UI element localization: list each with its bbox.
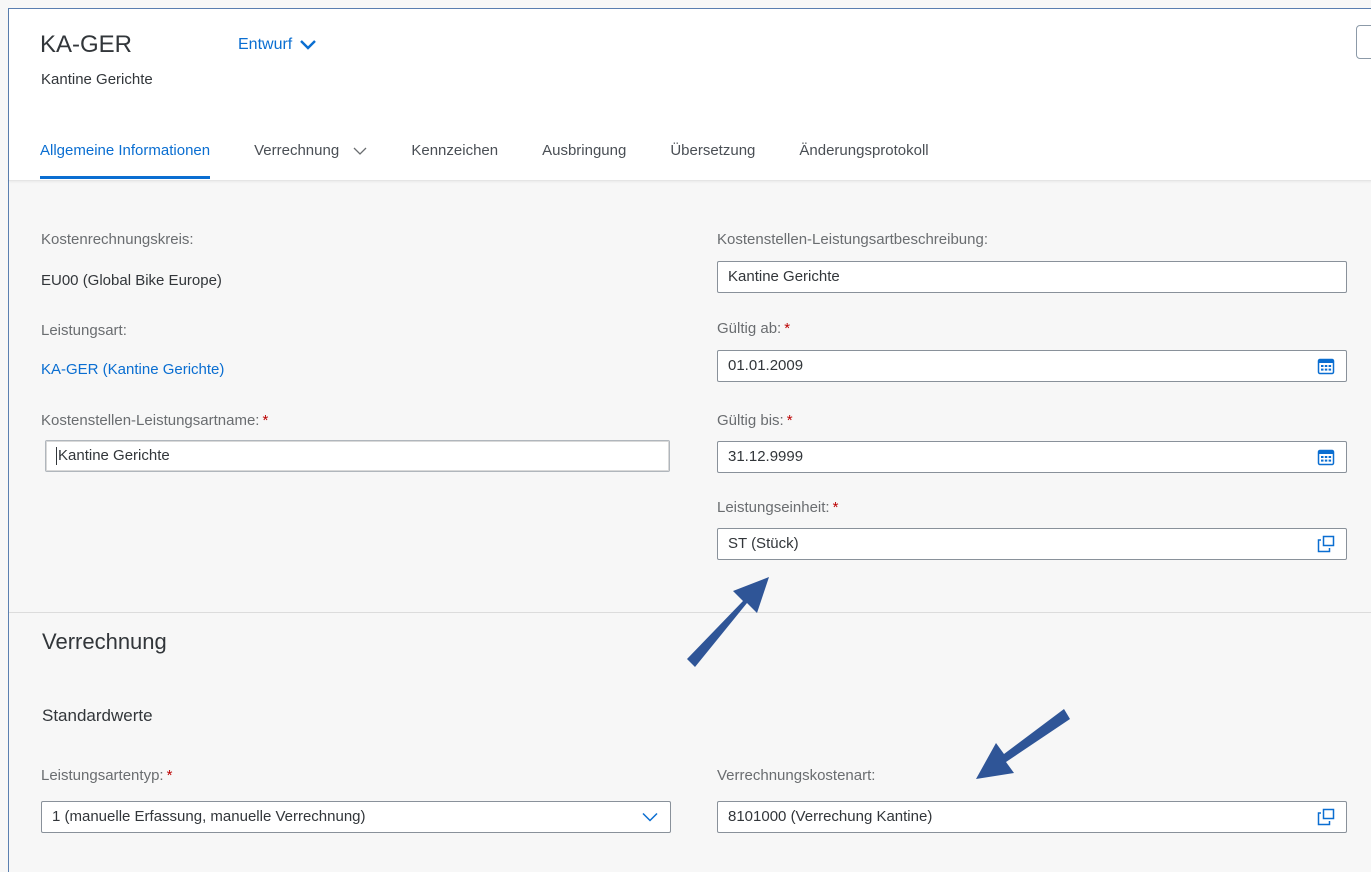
value-help-icon[interactable] — [1316, 807, 1336, 827]
tab-label: Übersetzung — [670, 142, 756, 159]
tab-allgemeine-informationen[interactable]: Allgemeine Informationen — [40, 142, 211, 180]
cost-elem-input-text: 8101000 (Verrechung Kantine) — [728, 808, 933, 825]
tab-label: Ausbringung — [542, 142, 627, 159]
type-select[interactable]: 1 (manuelle Erfassung, manuelle Verrechn… — [41, 801, 671, 833]
cost-elem-input[interactable]: 8101000 (Verrechung Kantine) — [717, 801, 1347, 833]
valid-to-label-text: Gültig bis: — [717, 412, 784, 429]
name-label-text: Kostenstellen-Leistungsartname: — [41, 412, 260, 429]
name-input-text: Kantine Gerichte — [58, 447, 170, 464]
valid-from-label: Gültig ab: * — [717, 320, 790, 337]
desc-label: Kostenstellen-Leistungsartbeschreibung: — [717, 231, 989, 248]
draft-status-button[interactable]: Entwurf — [238, 36, 318, 54]
object-subtitle: Kantine Gerichte — [41, 71, 153, 88]
draft-status-label: Entwurf — [238, 36, 293, 53]
valid-to-label: Gültig bis: * — [717, 412, 793, 429]
app-frame: KA-GER Kantine Gerichte Entwurf Allgemei… — [8, 8, 1371, 872]
annotation-arrow-icon — [687, 577, 769, 667]
required-marker: * — [262, 412, 269, 429]
unit-label: Leistungseinheit: * — [717, 499, 838, 516]
desc-input-text: Kantine Gerichte — [728, 268, 840, 285]
chevron-down-icon[interactable] — [640, 807, 660, 827]
tab-label: Kennzeichen — [411, 142, 499, 159]
section-title-verrechnung: Verrechnung — [42, 629, 167, 654]
type-select-text: 1 (manuelle Erfassung, manuelle Verrechn… — [52, 808, 366, 825]
object-header: KA-GER Kantine Gerichte Entwurf Allgemei… — [9, 9, 1371, 181]
calendar-icon[interactable] — [1316, 447, 1336, 467]
tab-bar: Allgemeine Informationen Verrechnung Ken… — [40, 142, 973, 180]
lstar-label: Leistungsart: — [41, 322, 127, 339]
chevron-down-icon — [300, 40, 317, 50]
tab-label: Änderungsprotokoll — [799, 142, 929, 159]
valid-to-input[interactable]: 31.12.9999 — [717, 441, 1347, 473]
name-label: Kostenstellen-Leistungsartname: * — [41, 412, 268, 429]
valid-to-input-text: 31.12.9999 — [728, 448, 804, 465]
object-title: KA-GER — [40, 31, 133, 58]
calendar-icon[interactable] — [1316, 356, 1336, 376]
required-marker: * — [786, 412, 793, 429]
required-marker: * — [784, 320, 791, 337]
kokrs-value: EU00 (Global Bike Europe) — [41, 272, 222, 289]
valid-from-input-text: 01.01.2009 — [728, 357, 804, 374]
type-label: Leistungsartentyp: * — [41, 767, 172, 784]
name-input-value: Kantine Gerichte — [56, 441, 659, 471]
required-marker: * — [832, 499, 839, 516]
desc-input[interactable]: Kantine Gerichte — [717, 261, 1347, 293]
tab-label: Verrechnung — [254, 142, 340, 159]
lstar-link[interactable]: KA-GER (Kantine Gerichte) — [41, 361, 224, 378]
unit-input[interactable]: ST (Stück) — [717, 528, 1347, 560]
valid-from-input[interactable]: 01.01.2009 — [717, 350, 1347, 382]
name-input[interactable]: Kantine Gerichte — [45, 440, 670, 472]
tab-verrechnung[interactable]: Verrechnung — [254, 142, 367, 180]
annotation-arrow-icon — [976, 709, 1070, 779]
kokrs-label: Kostenrechnungskreis: — [41, 231, 194, 248]
chevron-down-icon — [353, 147, 367, 155]
unit-input-text: ST (Stück) — [728, 535, 799, 552]
required-marker: * — [166, 767, 173, 784]
header-action-button[interactable] — [1356, 25, 1371, 59]
valid-from-label-text: Gültig ab: — [717, 320, 782, 337]
tab-uebersetzung[interactable]: Übersetzung — [670, 142, 755, 180]
unit-label-text: Leistungseinheit: — [717, 499, 830, 516]
tab-kennzeichen[interactable]: Kennzeichen — [411, 142, 498, 180]
tab-ausbringung[interactable]: Ausbringung — [542, 142, 626, 180]
subsection-title-standardwerte: Standardwerte — [42, 706, 153, 725]
tab-aenderungsprotokoll[interactable]: Änderungsprotokoll — [799, 142, 928, 180]
tab-label: Allgemeine Informationen — [40, 142, 211, 159]
type-label-text: Leistungsartentyp: — [41, 767, 164, 784]
value-help-icon[interactable] — [1316, 534, 1336, 554]
text-cursor — [56, 447, 57, 466]
cost-elem-label: Verrechnungskostenart: — [717, 767, 876, 784]
